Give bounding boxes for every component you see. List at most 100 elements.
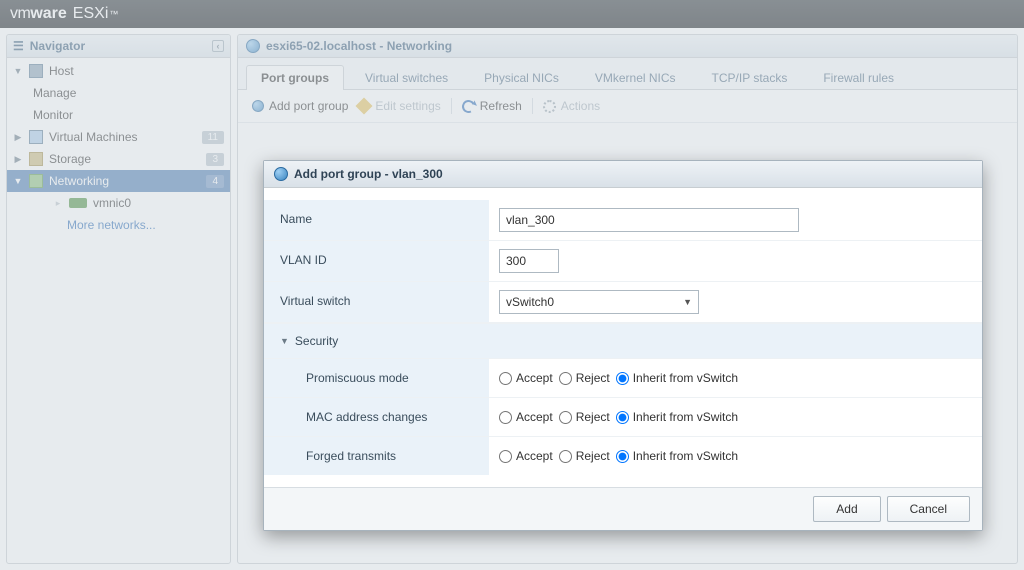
forged-accept[interactable]: Accept [499, 449, 553, 463]
manage-label: Manage [33, 86, 76, 100]
refresh-label: Refresh [480, 99, 522, 113]
nic-icon [69, 198, 87, 208]
tab-firewall-rules[interactable]: Firewall rules [808, 65, 909, 90]
host-icon [29, 64, 43, 78]
brand-ware: ware [30, 5, 66, 23]
vlan-label: VLAN ID [264, 241, 489, 281]
promiscuous-reject[interactable]: Reject [559, 371, 610, 385]
dialog-footer: Add Cancel [264, 487, 982, 530]
tab-virtual-switches[interactable]: Virtual switches [350, 65, 463, 90]
sidebar-item-vms[interactable]: ▶ Virtual Machines 11 [7, 126, 230, 148]
caret-down-icon: ▼ [13, 66, 23, 76]
tab-port-groups[interactable]: Port groups [246, 65, 344, 90]
page-title: esxi65-02.localhost - Networking [266, 39, 452, 53]
main-header: esxi65-02.localhost - Networking [238, 35, 1017, 58]
globe-icon [274, 167, 288, 181]
dialog-title-bar: Add port group - vlan_300 [264, 161, 982, 188]
vms-label: Virtual Machines [49, 130, 138, 144]
tabs: Port groups Virtual switches Physical NI… [238, 58, 1017, 90]
tab-tcpip-stacks[interactable]: TCP/IP stacks [697, 65, 803, 90]
vms-icon [29, 130, 43, 144]
vswitch-select[interactable]: vSwitch0 ▼ [499, 290, 699, 314]
caret-right-icon: ▶ [13, 132, 23, 143]
networking-label: Networking [49, 174, 109, 188]
caret-right-icon: ▶ [13, 154, 23, 165]
mac-inherit[interactable]: Inherit from vSwitch [616, 410, 738, 424]
actions-label: Actions [561, 99, 600, 113]
name-label: Name [264, 200, 489, 240]
sidebar-item-host[interactable]: ▼ Host [7, 60, 230, 82]
form-row-vswitch: Virtual switch vSwitch0 ▼ [264, 282, 982, 323]
add-button[interactable]: Add [813, 496, 880, 522]
promiscuous-radio-group: Accept Reject Inherit from vSwitch [499, 371, 738, 385]
globe-icon [252, 100, 264, 112]
refresh-icon [460, 98, 477, 115]
trademark-icon: ™ [109, 9, 118, 19]
actions-button[interactable]: Actions [543, 99, 600, 113]
gear-icon [543, 100, 556, 113]
toolbar: Add port group Edit settings Refresh Act… [238, 90, 1017, 123]
name-input[interactable] [499, 208, 799, 232]
navigator-tree: ▼ Host Manage Monitor ▶ Virtual Machines… [7, 58, 230, 238]
cancel-button[interactable]: Cancel [887, 496, 970, 522]
sidebar-item-more-networks[interactable]: More networks... [7, 214, 230, 236]
storage-icon [29, 152, 43, 166]
separator [451, 98, 452, 114]
collapse-icon[interactable]: ‹ [212, 40, 224, 52]
mac-accept[interactable]: Accept [499, 410, 553, 424]
tab-physical-nics[interactable]: Physical NICs [469, 65, 574, 90]
refresh-button[interactable]: Refresh [462, 99, 522, 113]
vlan-input[interactable] [499, 249, 559, 273]
navigator-panel: ☰ Navigator ‹ ▼ Host Manage Monitor ▶ Vi… [6, 34, 231, 564]
forged-radio-group: Accept Reject Inherit from vSwitch [499, 449, 738, 463]
sidebar-item-storage[interactable]: ▶ Storage 3 [7, 148, 230, 170]
forged-label: Forged transmits [264, 437, 489, 475]
dialog-body: Name VLAN ID Virtual switch vSwitch0 ▼ ▼… [264, 188, 982, 487]
form-row-vlan: VLAN ID [264, 241, 982, 282]
nic-label: vmnic0 [93, 196, 131, 210]
forged-reject[interactable]: Reject [559, 449, 610, 463]
form-row-mac: MAC address changes Accept Reject Inheri… [264, 398, 982, 437]
promiscuous-label: Promiscuous mode [264, 359, 489, 397]
networking-icon [29, 174, 43, 188]
add-port-group-label: Add port group [269, 99, 348, 113]
security-label: Security [295, 334, 338, 348]
edit-settings-label: Edit settings [375, 99, 440, 113]
navigator-icon: ☰ [13, 39, 24, 53]
sidebar-item-monitor[interactable]: Monitor [7, 104, 230, 126]
form-row-forged: Forged transmits Accept Reject Inherit f… [264, 437, 982, 475]
brand-vm: vm [10, 5, 30, 23]
tab-vmkernel-nics[interactable]: VMkernel NICs [580, 65, 691, 90]
sidebar-item-manage[interactable]: Manage [7, 82, 230, 104]
add-port-group-dialog: Add port group - vlan_300 Name VLAN ID V… [263, 160, 983, 531]
promiscuous-inherit[interactable]: Inherit from vSwitch [616, 371, 738, 385]
storage-label: Storage [49, 152, 91, 166]
vswitch-value: vSwitch0 [506, 295, 554, 309]
networking-count: 4 [206, 175, 224, 188]
navigator-title: Navigator [30, 39, 85, 53]
add-port-group-button[interactable]: Add port group [252, 99, 348, 113]
brand-bar: vmware ESXi™ [0, 0, 1024, 28]
caret-down-icon: ▼ [280, 336, 289, 346]
storage-count: 3 [206, 153, 224, 166]
brand-product: ESXi [73, 5, 109, 23]
mac-radio-group: Accept Reject Inherit from vSwitch [499, 410, 738, 424]
sidebar-item-vmnic0[interactable]: ▸ vmnic0 [7, 192, 230, 214]
form-row-promiscuous: Promiscuous mode Accept Reject Inherit f… [264, 359, 982, 398]
host-label: Host [49, 64, 74, 78]
edit-settings-button[interactable]: Edit settings [358, 99, 440, 113]
caret-down-icon: ▼ [13, 176, 23, 186]
promiscuous-accept[interactable]: Accept [499, 371, 553, 385]
security-section-header[interactable]: ▼ Security [264, 323, 982, 359]
separator [532, 98, 533, 114]
sidebar-item-networking[interactable]: ▼ Networking 4 [7, 170, 230, 192]
forged-inherit[interactable]: Inherit from vSwitch [616, 449, 738, 463]
navigator-header: ☰ Navigator ‹ [7, 35, 230, 58]
more-networks-link[interactable]: More networks... [67, 218, 156, 232]
mac-reject[interactable]: Reject [559, 410, 610, 424]
monitor-label: Monitor [33, 108, 73, 122]
dialog-title: Add port group - vlan_300 [294, 167, 443, 181]
pencil-icon [356, 98, 373, 115]
chevron-down-icon: ▼ [683, 297, 692, 307]
vswitch-label: Virtual switch [264, 282, 489, 322]
